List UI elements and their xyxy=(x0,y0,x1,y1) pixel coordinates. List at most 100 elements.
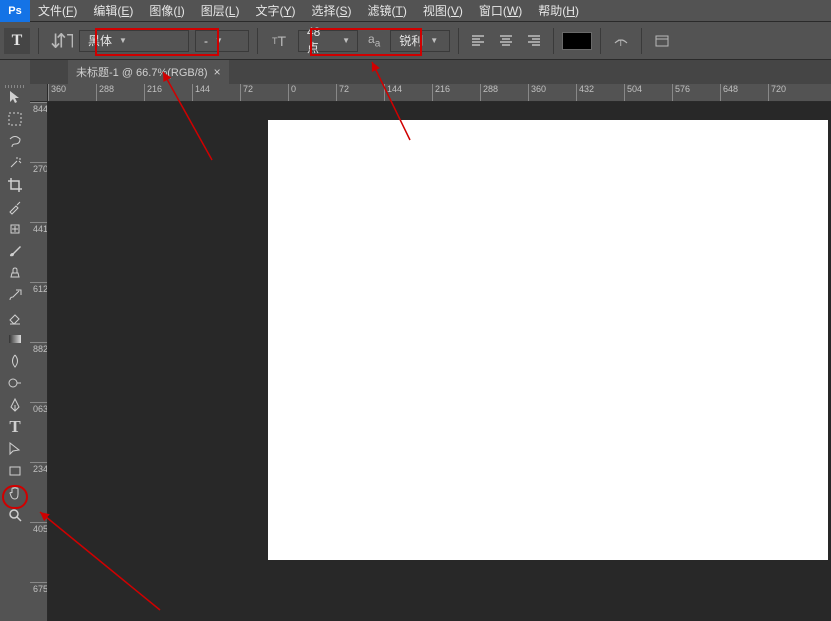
healing-brush-tool[interactable] xyxy=(3,218,27,240)
menu-select[interactable]: 选择(S) xyxy=(303,0,359,22)
eyedropper-tool[interactable] xyxy=(3,196,27,218)
align-left-button[interactable] xyxy=(467,30,489,52)
character-panel-icon[interactable] xyxy=(650,30,674,52)
menu-label: 文字 xyxy=(255,2,279,19)
chevron-down-icon: ▼ xyxy=(116,36,130,45)
menu-label: 编辑 xyxy=(93,2,117,19)
font-style-value: - xyxy=(204,34,208,48)
menu-filter[interactable]: 滤镜(T) xyxy=(360,0,415,22)
menu-label: 图层 xyxy=(201,2,225,19)
chevron-down-icon: ▼ xyxy=(339,36,353,45)
gradient-tool[interactable] xyxy=(3,328,27,350)
chevron-down-icon: ▼ xyxy=(212,36,226,45)
menu-window[interactable]: 窗口(W) xyxy=(471,0,530,22)
menu-key: F xyxy=(66,4,73,18)
svg-text:⇵T: ⇵T xyxy=(50,30,73,52)
separator xyxy=(641,28,642,54)
rectangle-tool[interactable] xyxy=(3,460,27,482)
separator xyxy=(553,28,554,54)
document-tab[interactable]: 未标题-1 @ 66.7%(RGB/8) × xyxy=(68,60,229,84)
separator xyxy=(600,28,601,54)
magic-wand-tool[interactable] xyxy=(3,152,27,174)
antialias-dropdown[interactable]: 锐利 ▼ xyxy=(390,30,450,52)
menu-view[interactable]: 视图(V) xyxy=(415,0,471,22)
antialias-value: 锐利 xyxy=(399,32,423,49)
menu-label: 视图 xyxy=(423,2,447,19)
text-orientation-icon[interactable]: ⇵T xyxy=(47,28,73,54)
menu-edit[interactable]: 编辑(E) xyxy=(85,0,141,22)
document-canvas[interactable] xyxy=(268,120,828,560)
menu-label: 文件 xyxy=(38,2,62,19)
menu-label: 滤镜 xyxy=(368,2,392,19)
brush-tool[interactable] xyxy=(3,240,27,262)
separator xyxy=(38,28,39,54)
font-size-value: 48 点 xyxy=(307,25,335,56)
clone-stamp-tool[interactable] xyxy=(3,262,27,284)
ruler-tick: 504 xyxy=(624,84,642,102)
ruler-tick: 360 xyxy=(30,402,48,413)
ruler-tick: 432 xyxy=(576,84,594,102)
move-tool[interactable] xyxy=(3,86,27,108)
font-family-dropdown[interactable]: 黑体 ▼ xyxy=(79,30,189,52)
dodge-tool[interactable] xyxy=(3,372,27,394)
ruler-tick: 72 xyxy=(240,84,253,102)
crop-tool[interactable] xyxy=(3,174,27,196)
ruler-tick: 288 xyxy=(96,84,114,102)
hand-tool[interactable] xyxy=(3,482,27,504)
ruler-horizontal[interactable]: 3602882161447207214421628836043250457664… xyxy=(48,84,831,102)
blur-tool[interactable] xyxy=(3,350,27,372)
marquee-tool[interactable] xyxy=(3,108,27,130)
ruler-tick: 144 xyxy=(384,84,402,102)
path-selection-tool[interactable] xyxy=(3,438,27,460)
document-tab-bar: 未标题-1 @ 66.7%(RGB/8) × xyxy=(30,60,831,84)
ruler-tick: 720 xyxy=(768,84,786,102)
menu-layer[interactable]: 图层(L) xyxy=(193,0,248,22)
close-icon[interactable]: × xyxy=(214,65,221,79)
ruler-tick: 288 xyxy=(480,84,498,102)
font-style-dropdown[interactable]: - ▼ xyxy=(195,30,249,52)
align-right-button[interactable] xyxy=(523,30,545,52)
menu-type[interactable]: 文字(Y) xyxy=(247,0,303,22)
menu-key: V xyxy=(451,4,459,18)
ruler-tick: 216 xyxy=(30,282,48,293)
pen-tool[interactable] xyxy=(3,394,27,416)
menu-label: 窗口 xyxy=(479,2,503,19)
ruler-tick: 432 xyxy=(30,462,48,473)
menu-key: I xyxy=(177,4,180,18)
ruler-tick: 576 xyxy=(30,582,48,593)
menu-image[interactable]: 图像(I) xyxy=(141,0,192,22)
zoom-tool[interactable] xyxy=(3,504,27,526)
menu-help[interactable]: 帮助(H) xyxy=(530,0,587,22)
menu-label: 选择 xyxy=(311,2,335,19)
ruler-tick: 216 xyxy=(432,84,450,102)
svg-text:T: T xyxy=(618,38,624,48)
type-tool[interactable]: T xyxy=(3,416,27,438)
options-bar: T ⇵T 黑体 ▼ - ▼ TT 48 点 ▼ aa 锐利 ▼ T xyxy=(0,22,831,60)
ruler-tick: 648 xyxy=(720,84,738,102)
menu-file[interactable]: 文件(F) xyxy=(30,0,85,22)
ruler-tick: 360 xyxy=(528,84,546,102)
text-color-swatch[interactable] xyxy=(562,32,592,50)
document-title: 未标题-1 @ 66.7%(RGB/8) xyxy=(76,64,208,80)
ruler-tick: 144 xyxy=(30,222,48,233)
font-size-dropdown[interactable]: 48 点 ▼ xyxy=(298,30,358,52)
menu-label: 图像 xyxy=(149,2,173,19)
app-logo: Ps xyxy=(0,0,30,22)
ruler-vertical[interactable]: 448072144216288360432504576 xyxy=(30,102,48,621)
eraser-tool[interactable] xyxy=(3,306,27,328)
warp-text-icon[interactable]: T xyxy=(609,30,633,52)
history-brush-tool[interactable] xyxy=(3,284,27,306)
ruler-tick: 144 xyxy=(192,84,210,102)
ruler-tick: 216 xyxy=(144,84,162,102)
ruler-tick: 360 xyxy=(48,84,66,102)
canvas-background[interactable] xyxy=(48,102,831,621)
chevron-down-icon: ▼ xyxy=(427,36,441,45)
ruler-tick: 072 xyxy=(30,162,48,173)
align-center-button[interactable] xyxy=(495,30,517,52)
ruler-tick: 576 xyxy=(672,84,690,102)
ruler-tick: 72 xyxy=(336,84,349,102)
work-area: 未标题-1 @ 66.7%(RGB/8) × 36028821614472072… xyxy=(30,60,831,621)
ruler-tick: 0 xyxy=(288,84,296,102)
lasso-tool[interactable] xyxy=(3,130,27,152)
ruler-tick: 288 xyxy=(30,342,48,353)
